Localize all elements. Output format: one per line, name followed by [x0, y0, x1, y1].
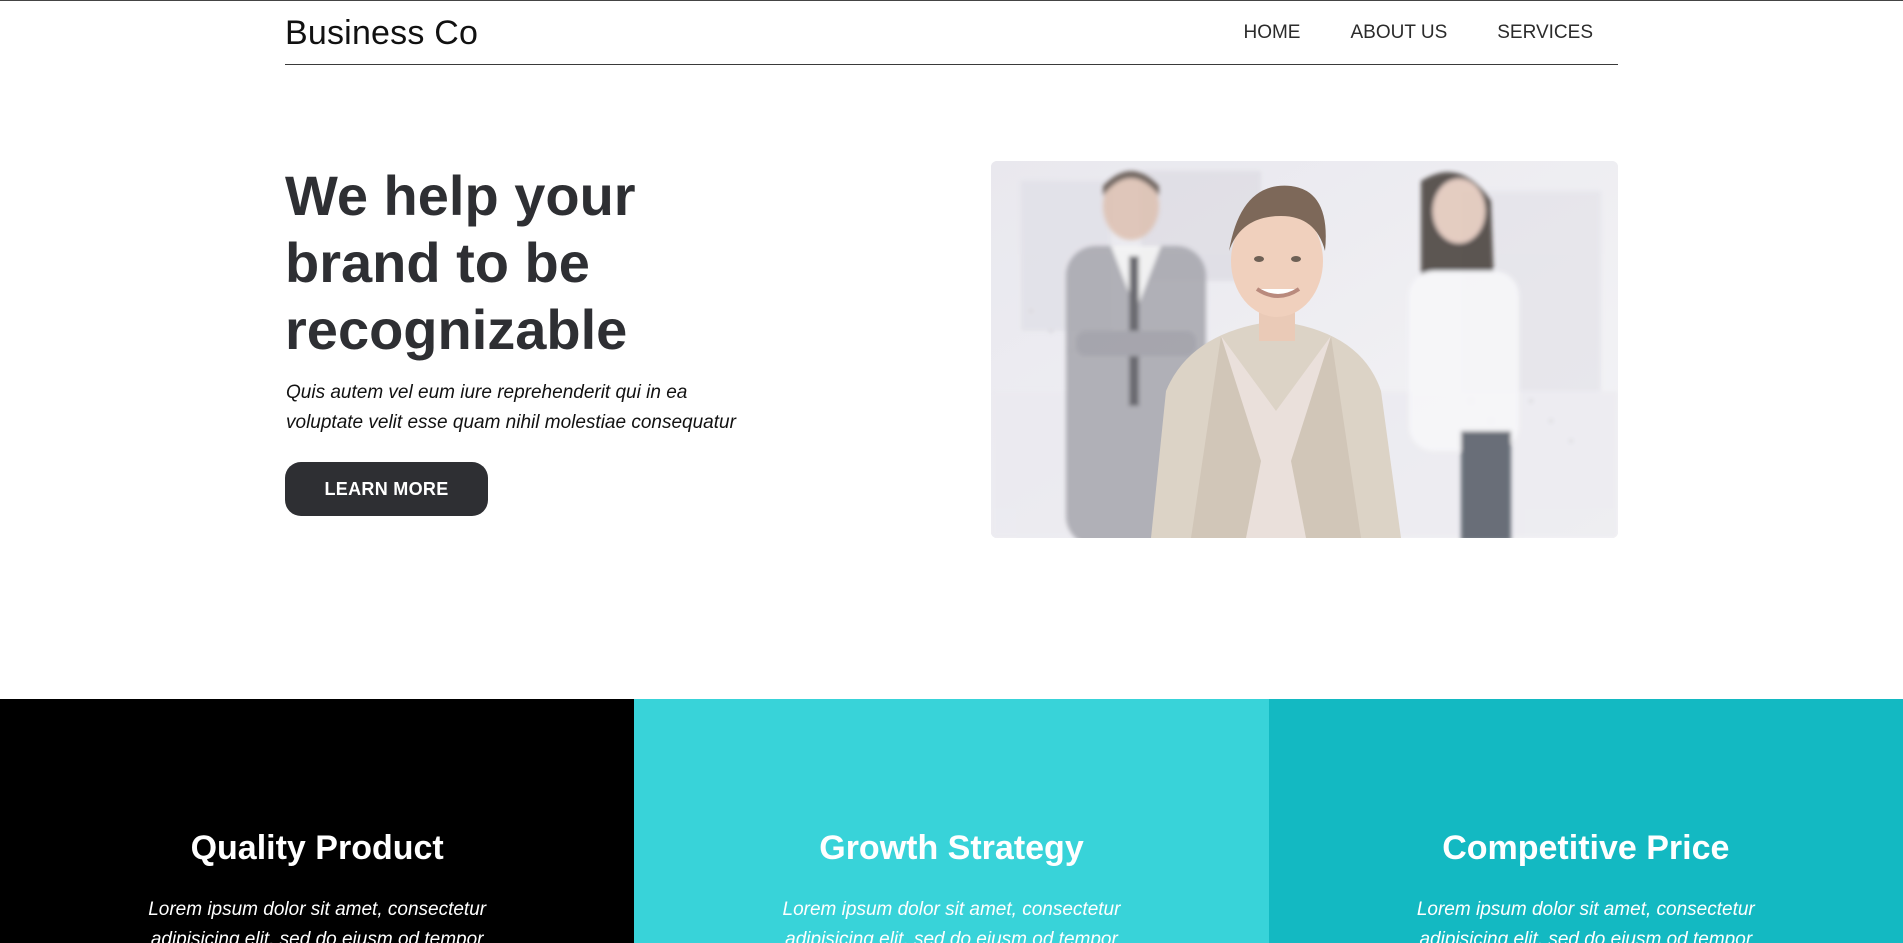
brand-logo[interactable]: Business Co: [285, 14, 478, 53]
feature-text-line: Lorem ipsum dolor sit amet, consectetur: [782, 899, 1121, 920]
hero-title-line: We help your: [285, 164, 636, 227]
feature-text-line: adipisicing elit, sed do eiusm od tempor: [785, 929, 1118, 943]
team-photo-icon: [991, 161, 1618, 538]
nav-home-link[interactable]: HOME: [1243, 22, 1300, 44]
feature-text: Lorem ipsum dolor sit amet, consectetur …: [751, 895, 1151, 943]
hero-subtitle-line: Quis autem vel eum iure reprehenderit qu…: [286, 382, 688, 403]
feature-title: Competitive Price: [1442, 829, 1730, 867]
feature-text: Lorem ipsum dolor sit amet, consectetur …: [1386, 895, 1786, 943]
feature-panel-quality: Quality Product Lorem ipsum dolor sit am…: [0, 699, 635, 943]
feature-text-line: Lorem ipsum dolor sit amet, consectetur: [1416, 899, 1755, 920]
learn-more-button[interactable]: LEARN MORE: [285, 462, 488, 516]
feature-panel-price: Competitive Price Lorem ipsum dolor sit …: [1268, 699, 1903, 943]
hero-title: We help your brand to be recognizable: [285, 162, 785, 363]
main-nav: HOME ABOUT US SERVICES: [1243, 22, 1593, 44]
feature-text-line: Lorem ipsum dolor sit amet, consectetur: [148, 899, 487, 920]
nav-about-link[interactable]: ABOUT US: [1350, 22, 1447, 44]
hero-title-line: recognizable: [285, 298, 628, 361]
feature-text: Lorem ipsum dolor sit amet, consectetur …: [117, 895, 517, 943]
features-section: Quality Product Lorem ipsum dolor sit am…: [0, 699, 1903, 943]
hero-subtitle: Quis autem vel eum iure reprehenderit qu…: [286, 378, 806, 438]
feature-panel-growth: Growth Strategy Lorem ipsum dolor sit am…: [634, 699, 1269, 943]
nav-services-link[interactable]: SERVICES: [1497, 22, 1593, 44]
page: Business Co HOME ABOUT US SERVICES We he…: [0, 0, 1903, 943]
hero-subtitle-line: voluptate velit esse quam nihil molestia…: [286, 412, 736, 433]
feature-title: Quality Product: [190, 829, 444, 867]
hero-title-line: brand to be: [285, 231, 590, 294]
feature-text-line: adipisicing elit, sed do eiusm od tempor: [1419, 929, 1753, 943]
feature-text-line: adipisicing elit, sed do eiusm od tempor: [150, 929, 484, 943]
feature-title: Growth Strategy: [819, 829, 1084, 867]
site-header: Business Co HOME ABOUT US SERVICES: [285, 1, 1618, 65]
